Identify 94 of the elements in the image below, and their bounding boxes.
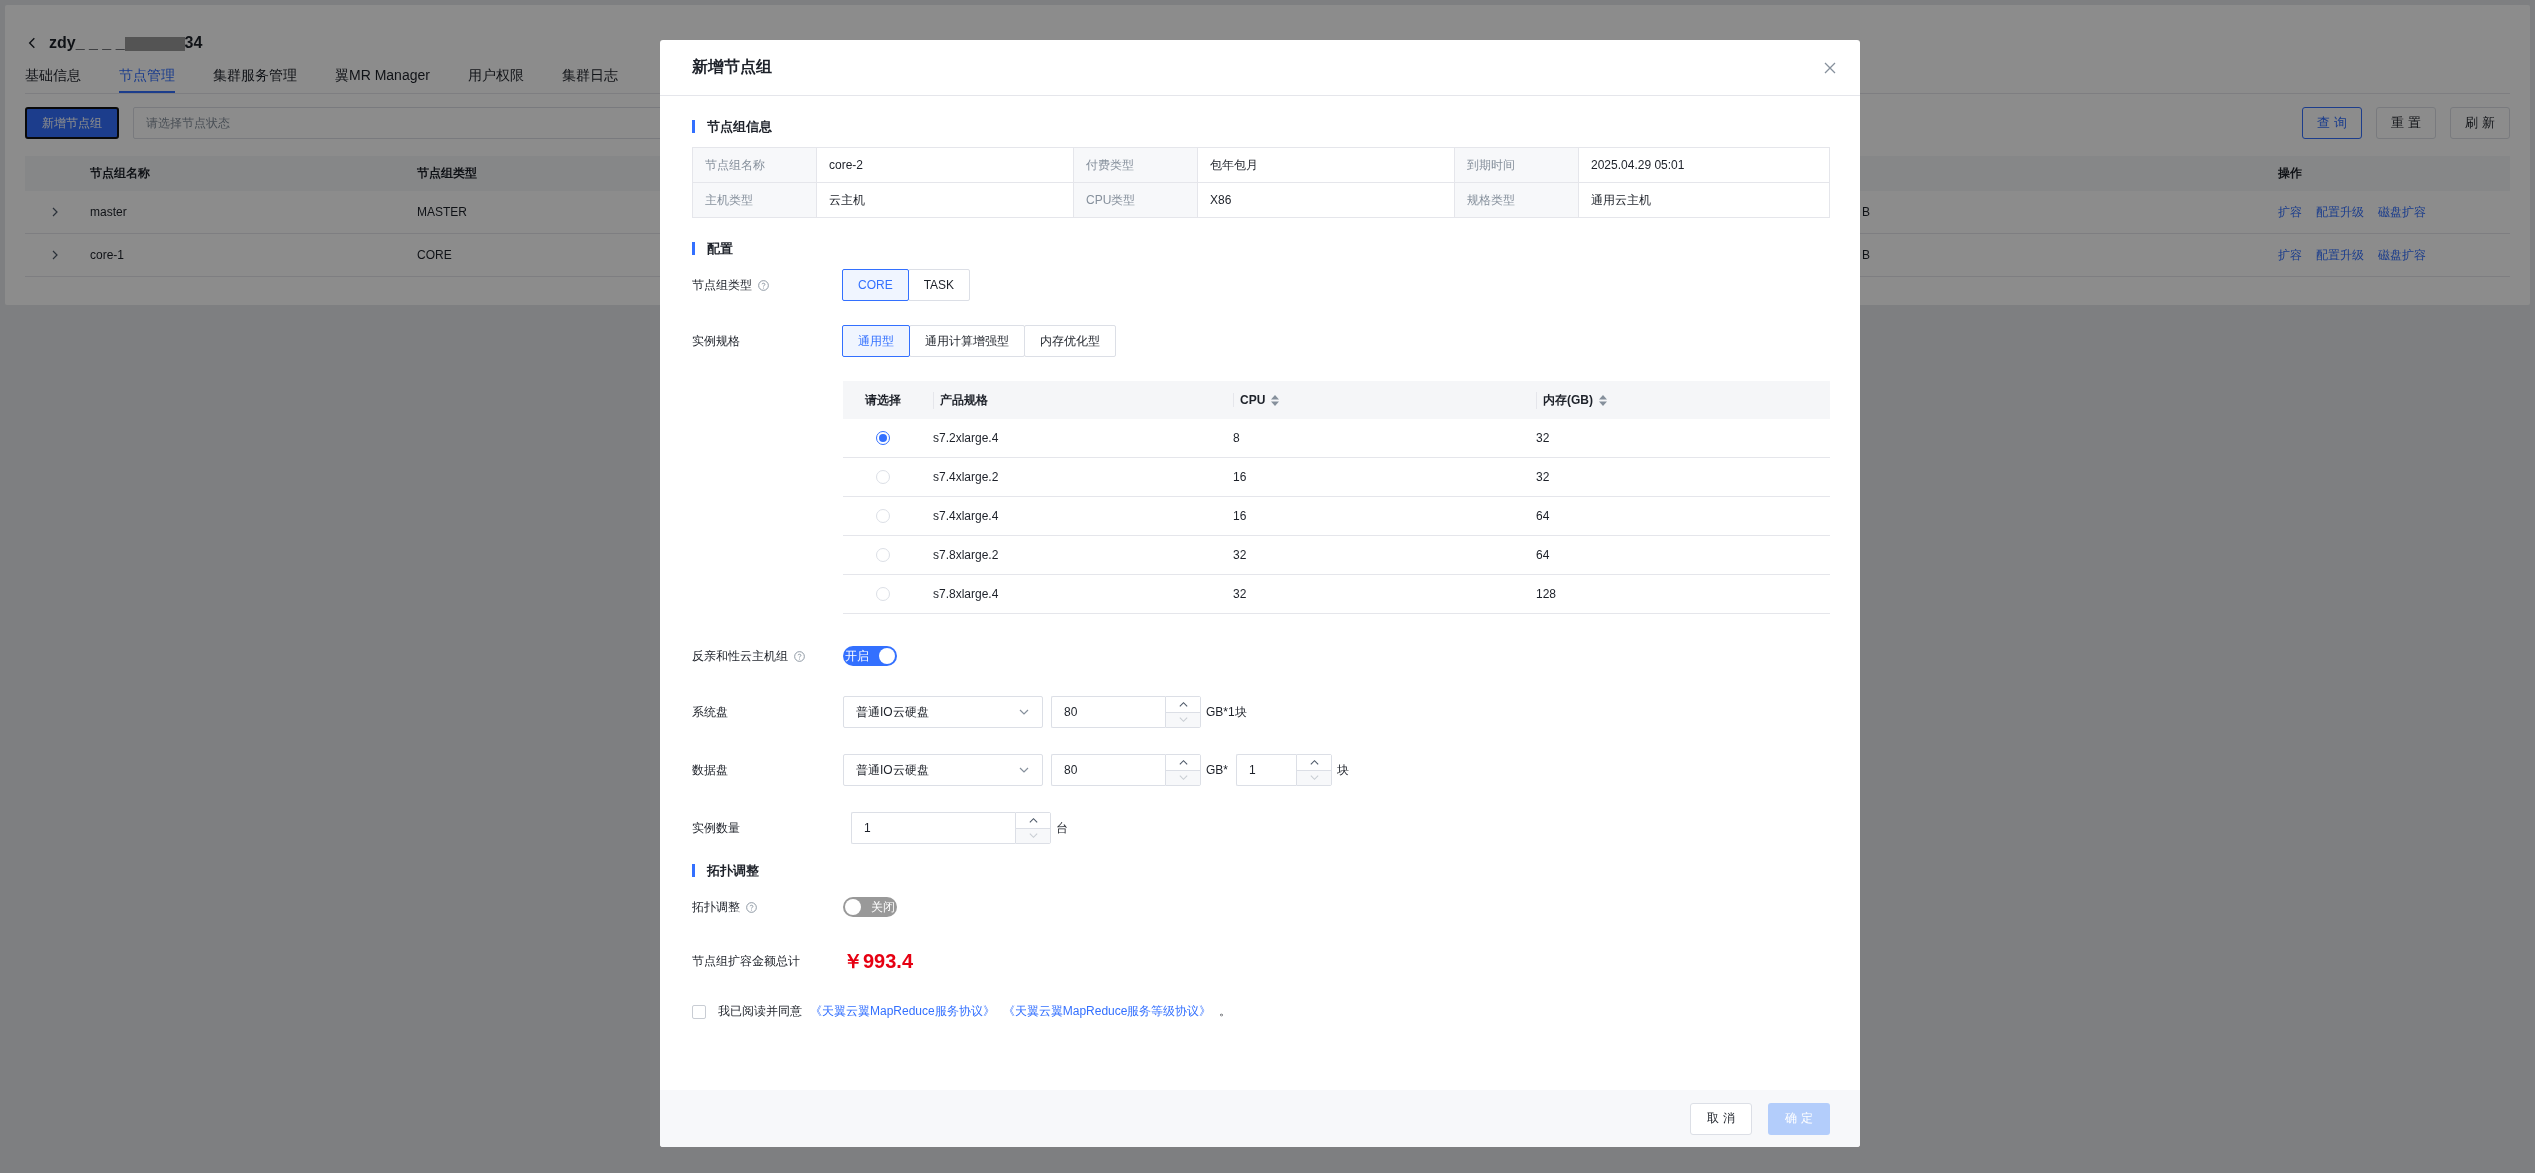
action-link[interactable]: 配置升级 [2316, 203, 2364, 221]
field-label: 节点组类型 [692, 276, 752, 294]
action-link[interactable]: 配置升级 [2316, 246, 2364, 264]
info-label: 规格类型 [1455, 183, 1579, 218]
close-icon[interactable] [1824, 61, 1836, 74]
column-header: 产品规格 [933, 391, 988, 409]
segment-option[interactable]: TASK [907, 269, 971, 301]
tab[interactable]: 集群服务管理 [213, 67, 297, 93]
info-label: 主机类型 [693, 183, 817, 218]
table-cell: 16 [1233, 470, 1247, 484]
table-cell: B [1862, 205, 1870, 219]
info-label: CPU类型 [1074, 183, 1198, 218]
disk-count-input[interactable]: 1 [1236, 754, 1296, 786]
stepper[interactable] [1165, 696, 1201, 728]
total-amount: ￥993.4 [843, 948, 914, 974]
table-cell: 8 [1233, 431, 1240, 445]
table-cell: s7.8xlarge.2 [933, 548, 999, 562]
dialog-title: 新增节点组 [692, 57, 772, 77]
table-cell: MASTER [417, 205, 467, 219]
tab[interactable]: 用户权限 [467, 67, 524, 93]
instance-count-input[interactable]: 1 [851, 812, 1015, 844]
tab[interactable]: 集群日志 [561, 67, 618, 93]
column-header: 节点组类型 [417, 165, 477, 182]
unit-label: 台 [1056, 819, 1068, 837]
page-title: zdy_ _ _ _ 34 [49, 34, 203, 52]
disk-size-input[interactable]: 80 [1051, 696, 1165, 728]
dialog-button[interactable]: 取 消 [1690, 1102, 1752, 1135]
agreement-link[interactable]: 《天翼云翼MapReduce服务等级协议》 [1002, 1003, 1212, 1020]
info-label: 节点组名称 [693, 148, 817, 183]
table-cell: 64 [1536, 509, 1550, 523]
toolbar-button[interactable]: 查 询 [2302, 107, 2362, 139]
column-header: 内存(GB) [1536, 391, 1593, 409]
info-label: 到期时间 [1455, 148, 1579, 183]
action-link[interactable]: 磁盘扩容 [2378, 246, 2426, 264]
toolbar-button[interactable]: 刷 新 [2450, 107, 2510, 139]
column-header: 请选择 [865, 391, 901, 409]
field-label: 节点组扩容金额总计 [692, 952, 800, 970]
agreement-text: 。 [1219, 1003, 1232, 1020]
field-label: 实例数量 [692, 819, 740, 837]
stepper[interactable] [1296, 754, 1332, 786]
table-cell: 64 [1536, 548, 1550, 562]
disk-type-select[interactable]: 普通IO云硬盘 [843, 754, 1043, 786]
table-cell: s7.4xlarge.2 [933, 470, 999, 484]
table-cell: 128 [1536, 587, 1557, 601]
table-cell: s7.8xlarge.4 [933, 587, 999, 601]
table-cell: 16 [1233, 509, 1247, 523]
table-cell: s7.2xlarge.4 [933, 431, 999, 445]
table-cell: 32 [1233, 587, 1247, 601]
tab[interactable]: 基础信息 [25, 67, 81, 93]
stepper[interactable] [1165, 754, 1201, 786]
action-link[interactable]: 扩容 [2278, 246, 2302, 264]
table-cell: 32 [1233, 548, 1247, 562]
toggle-switch[interactable]: 开启 [843, 646, 897, 666]
disk-type-select[interactable]: 普通IO云硬盘 [843, 696, 1043, 728]
table-cell: 32 [1536, 470, 1550, 484]
unit-label: 块 [1337, 761, 1349, 779]
action-link[interactable]: 扩容 [2278, 203, 2302, 221]
tab[interactable]: 翼MR Manager [335, 67, 430, 93]
segment-option[interactable]: 通用计算增强型 [909, 325, 1025, 357]
table-cell: s7.4xlarge.4 [933, 509, 999, 523]
info-label: 付费类型 [1074, 148, 1198, 183]
field-label: 实例规格 [692, 332, 740, 350]
info-value: 2025.04.29 05:01 [1579, 148, 1830, 183]
agreement-link[interactable]: 《天翼云翼MapReduce服务协议》 [810, 1003, 995, 1020]
toolbar-button[interactable]: 重 置 [2376, 107, 2436, 139]
column-header: CPU [1233, 393, 1266, 407]
segment-option[interactable]: CORE [842, 269, 909, 301]
info-value: 通用云主机 [1579, 183, 1830, 218]
action-link[interactable]: 磁盘扩容 [2378, 203, 2426, 221]
unit-label: GB*1块 [1206, 703, 1247, 721]
field-label: 反亲和性云主机组 [692, 647, 788, 665]
table-cell: 32 [1536, 431, 1550, 445]
field-label: 系统盘 [692, 703, 728, 721]
field-label: 数据盘 [692, 761, 728, 779]
segment-option[interactable]: 通用型 [842, 325, 910, 357]
stepper[interactable] [1015, 812, 1051, 844]
add-node-group-button[interactable]: 新增节点组 [25, 107, 119, 139]
table-cell: master [90, 205, 127, 219]
column-header: 操作 [2278, 165, 2302, 182]
disk-size-input[interactable]: 80 [1051, 754, 1165, 786]
table-cell: B [1862, 248, 1870, 262]
table-cell: core-1 [90, 248, 124, 262]
agreement-text: 我已阅读并同意 [718, 1003, 802, 1020]
section-title: 节点组信息 [692, 120, 1830, 133]
toggle-switch[interactable]: 关闭 [843, 897, 897, 917]
agreement-checkbox[interactable] [692, 1004, 706, 1019]
segment-option[interactable]: 内存优化型 [1024, 325, 1116, 357]
section-title: 拓扑调整 [692, 864, 1830, 877]
field-label: 拓扑调整 [692, 898, 740, 916]
section-title: 配置 [692, 242, 1830, 255]
tab[interactable]: 节点管理 [119, 67, 175, 93]
unit-label: GB* [1206, 763, 1228, 777]
table-cell: CORE [417, 248, 452, 262]
column-header: 节点组名称 [90, 165, 150, 182]
